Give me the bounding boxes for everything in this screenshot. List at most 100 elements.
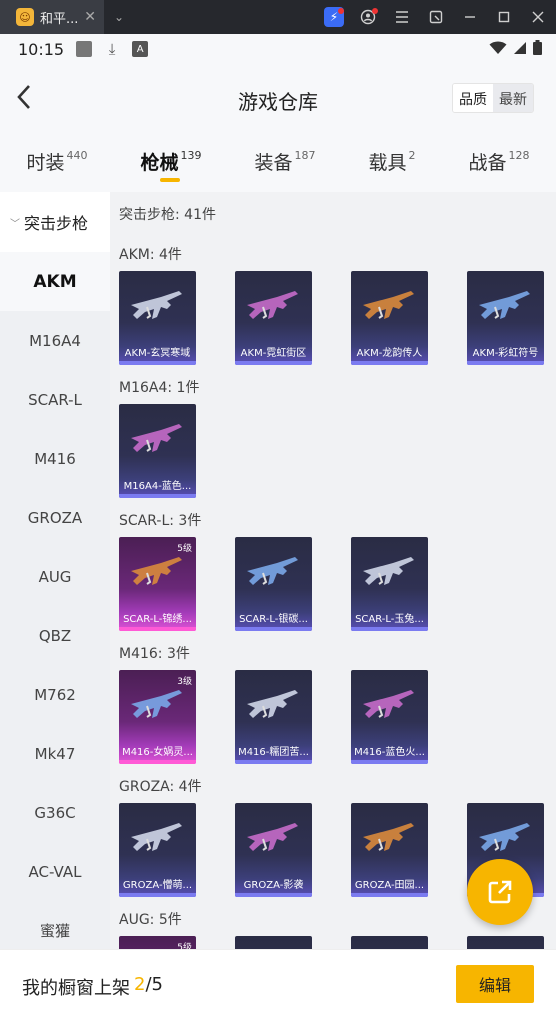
weapon-image	[131, 823, 182, 851]
showcase-status: 我的橱窗上架 2 /5	[22, 974, 163, 1000]
tab-count: 187	[294, 149, 316, 162]
weapon-card[interactable]: SCAR-L-银碳...	[235, 537, 312, 631]
sidebar-item[interactable]: M762	[0, 665, 110, 724]
status-time: 10:15	[18, 39, 65, 59]
tab-tactical-gear[interactable]: 战备 128	[468, 148, 529, 175]
tab-label: 载具	[368, 152, 407, 174]
weapon-card[interactable]: 5级	[119, 936, 196, 949]
tab-count: 128	[508, 149, 530, 162]
rarity-bar	[119, 627, 196, 631]
weapon-card[interactable]: 3级 M416-女娲灵...	[119, 670, 196, 764]
window-tab[interactable]: ☺ 和平... ✕	[0, 0, 104, 34]
tab-label: 枪械	[140, 152, 179, 174]
signal-icon	[514, 41, 526, 54]
weapon-image	[131, 291, 182, 319]
sidebar-item[interactable]: 蜜獾	[0, 901, 110, 949]
download-icon: ⤓	[108, 40, 116, 58]
app-icon: ☺	[16, 8, 34, 26]
rarity-bar	[351, 627, 428, 631]
tab-count: 2	[408, 149, 416, 162]
sidebar-item[interactable]: GROZA	[0, 488, 110, 547]
weapon-image	[363, 291, 414, 319]
share-button[interactable]	[467, 859, 533, 925]
weapon-image	[131, 690, 182, 718]
close-icon[interactable]	[528, 7, 548, 27]
notification-a-icon: A	[132, 41, 149, 57]
minimize-icon[interactable]	[460, 7, 480, 27]
sidebar-item[interactable]: AKM	[0, 252, 110, 311]
status-bar: 10:15 ⤓ A	[0, 34, 556, 64]
sidebar-item[interactable]: AC-VAL	[0, 842, 110, 901]
weapon-image	[131, 557, 182, 585]
weapon-sidebar: ﹀ 突击步枪 AKM M16A4 SCAR-L M416 GROZA AUG QBZ M762…	[0, 192, 110, 949]
tab-count: 440	[66, 149, 88, 162]
weapon-card[interactable]: M16A4-蓝色...	[119, 404, 196, 498]
weapon-level: 5级	[177, 943, 192, 949]
group-title: SCAR-L: 3件	[119, 513, 202, 529]
sidebar-item[interactable]: SCAR-L	[0, 370, 110, 429]
boost-icon[interactable]: ⚡	[324, 7, 344, 27]
weapon-card[interactable]: GROZA-影袭	[235, 803, 312, 897]
weapon-name: AKM-龙韵传人	[356, 348, 423, 359]
weapon-card[interactable]	[235, 936, 312, 949]
weapon-image	[363, 557, 414, 585]
rarity-bar	[351, 893, 428, 897]
sort-toggle: 品质 最新	[452, 83, 534, 113]
tab-dropdown-icon[interactable]: ⌄	[114, 10, 124, 24]
group-title: AUG: 5件	[119, 912, 182, 928]
maximize-icon[interactable]	[494, 7, 514, 27]
sidebar-item[interactable]: QBZ	[0, 606, 110, 665]
weapon-card[interactable]	[351, 936, 428, 949]
tab-close-icon[interactable]: ✕	[84, 9, 96, 25]
weapon-name: AKM-玄冥寒域	[124, 348, 191, 359]
rarity-bar	[351, 361, 428, 365]
group-title: AKM: 4件	[119, 247, 182, 263]
wifi-icon	[489, 41, 507, 54]
tab-vehicles[interactable]: 载具 2	[368, 148, 415, 175]
tab-fashion[interactable]: 时装 440	[26, 148, 87, 175]
sidebar-item[interactable]: M416	[0, 429, 110, 488]
active-tab-indicator	[160, 178, 181, 182]
weapon-card[interactable]: AKM-霓虹街区	[235, 271, 312, 365]
tab-firearms[interactable]: 枪械 139	[140, 148, 202, 182]
weapon-card[interactable]: AKM-玄冥寒域	[119, 271, 196, 365]
screenshot-icon[interactable]	[426, 7, 446, 27]
weapon-card[interactable]: AKM-彩虹符号	[467, 271, 544, 365]
weapon-card[interactable]: SCAR-L-玉兔...	[351, 537, 428, 631]
edit-button[interactable]: 编辑	[456, 965, 534, 1003]
weapon-name: GROZA-影袭	[243, 880, 304, 891]
weapon-name: GROZA-懵萌...	[122, 880, 193, 891]
sidebar-category-header[interactable]: ﹀ 突击步枪	[0, 192, 110, 252]
weapon-name: SCAR-L-玉兔...	[355, 614, 424, 625]
sidebar-item[interactable]: Mk47	[0, 724, 110, 783]
sidebar-item[interactable]: M16A4	[0, 311, 110, 370]
weapon-level: 3级	[177, 677, 192, 687]
weapon-image	[479, 291, 530, 319]
weapon-name: M416-糯团苦...	[238, 747, 309, 758]
weapon-card[interactable]: GROZA-懵萌...	[119, 803, 196, 897]
sort-quality-button[interactable]: 品质	[453, 84, 493, 112]
tab-equipment[interactable]: 装备 187	[254, 148, 315, 175]
sidebar-item[interactable]: AUG	[0, 547, 110, 606]
group-title: M16A4: 1件	[119, 380, 200, 396]
sort-latest-button[interactable]: 最新	[493, 84, 533, 112]
sidebar-item[interactable]: G36C	[0, 783, 110, 842]
rarity-bar	[119, 893, 196, 897]
bottom-bar: 我的橱窗上架 2 /5 编辑	[0, 949, 556, 1019]
weapon-card[interactable]: M416-糯团苦...	[235, 670, 312, 764]
weapon-name: M416-蓝色火...	[354, 747, 425, 758]
weapon-card[interactable]: AKM-龙韵传人	[351, 271, 428, 365]
weapon-card[interactable]: M416-蓝色火...	[351, 670, 428, 764]
showcase-label: 我的橱窗上架	[22, 978, 130, 999]
weapon-card[interactable]	[467, 936, 544, 949]
weapon-name: GROZA-田园...	[354, 880, 425, 891]
weapon-card[interactable]: 5级 SCAR-L-锦绣...	[119, 537, 196, 631]
account-icon[interactable]	[358, 7, 378, 27]
menu-icon[interactable]	[392, 7, 412, 27]
weapon-name: AKM-霓虹街区	[240, 348, 307, 359]
sidebar-category-label: 突击步枪	[24, 214, 89, 233]
category-tabs: 时装 440 枪械 139 装备 187 载具 2 战备 128	[0, 134, 556, 192]
weapon-image	[363, 690, 414, 718]
weapon-card[interactable]: GROZA-田园...	[351, 803, 428, 897]
weapon-image	[479, 823, 530, 851]
